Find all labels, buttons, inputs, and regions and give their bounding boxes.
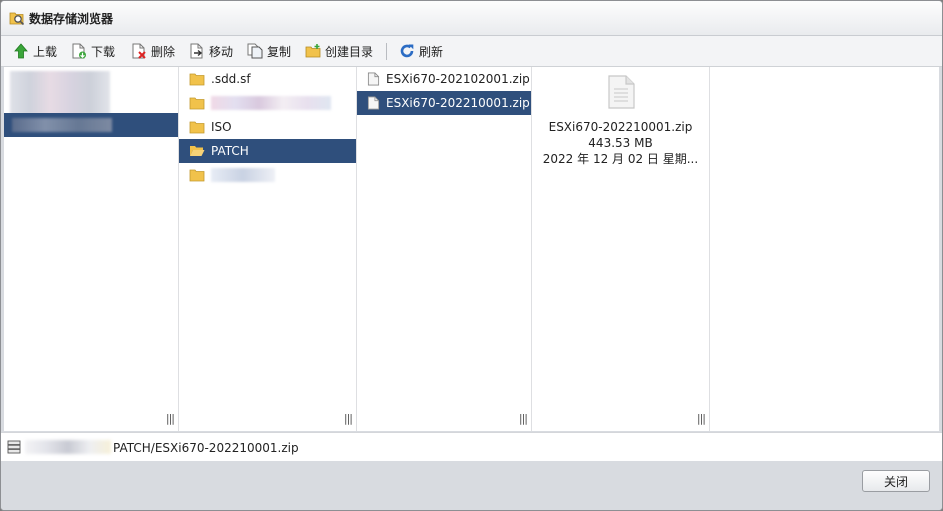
redacted-datastore-path [25, 440, 111, 454]
folder-item-patch[interactable]: PATCH [179, 139, 356, 163]
redacted-datastore-label [12, 118, 112, 132]
upload-label: 上载 [33, 44, 58, 59]
dialog-footer: 关闭 [1, 461, 942, 510]
folder-icon [189, 169, 205, 182]
column-resize-grip[interactable]: ||| [519, 412, 528, 425]
upload-arrow-icon [14, 43, 28, 59]
open-folder-icon [190, 146, 205, 156]
window-title: 数据存储浏览器 [29, 12, 114, 26]
path-text: PATCH/ESXi670-202210001.zip [113, 441, 299, 455]
file-icon [367, 72, 380, 86]
folder-item-redacted[interactable] [179, 91, 356, 115]
detail-file-name: ESXi670-202210001.zip [548, 120, 693, 134]
move-button[interactable]: 移动 [189, 42, 233, 60]
download-button[interactable]: 下载 [71, 42, 115, 60]
column-resize-grip[interactable]: ||| [166, 412, 175, 425]
move-label: 移动 [209, 44, 234, 59]
file-preview-icon [607, 75, 635, 109]
datastore-browser-window: 数据存储浏览器 上载 下载 删除 移动 复制 创建目录 刷新 ||| .sdd.… [0, 0, 943, 511]
copy-label: 复制 [267, 44, 292, 59]
file-item[interactable]: ESXi670-202102001.zip [357, 67, 531, 91]
file-details-column: ESXi670-202210001.zip 443.53 MB 2022 年 1… [532, 67, 710, 431]
datastore-search-icon [9, 12, 25, 26]
datastore-item-selected[interactable] [4, 113, 178, 137]
delete-file-icon [132, 43, 146, 59]
move-file-icon [190, 43, 203, 59]
redacted-folder-name [211, 168, 275, 182]
datastore-icon [7, 440, 21, 454]
redacted-datastore-name [10, 71, 110, 115]
download-label: 下载 [91, 44, 116, 59]
file-column[interactable]: ESXi670-202102001.zip ESXi670-202210001.… [357, 67, 532, 431]
redacted-folder-name [211, 96, 331, 110]
folder-item-redacted-2[interactable] [179, 163, 356, 187]
folder-label: PATCH [211, 144, 249, 158]
detail-file-size: 443.53 MB [588, 136, 653, 150]
create-directory-label: 创建目录 [325, 44, 374, 59]
column-resize-grip[interactable]: ||| [697, 412, 706, 425]
create-directory-button[interactable]: 创建目录 [305, 42, 373, 60]
column-resize-grip[interactable]: ||| [344, 412, 353, 425]
toolbar: 上载 下载 删除 移动 复制 创建目录 刷新 [1, 36, 942, 67]
refresh-button[interactable]: 刷新 [399, 42, 443, 60]
datastore-column[interactable]: ||| [4, 67, 179, 431]
file-item-selected[interactable]: ESXi670-202210001.zip [357, 91, 531, 115]
copy-button[interactable]: 复制 [247, 42, 291, 60]
upload-button[interactable]: 上载 [13, 42, 57, 60]
file-browser-columns: ||| .sdd.sf ISO PATCH ||| ESXi670-202102… [4, 67, 939, 431]
path-bar: PATCH/ESXi670-202210001.zip [1, 432, 942, 462]
file-icon [367, 96, 380, 110]
copy-icon [247, 43, 263, 59]
folder-icon [189, 73, 205, 86]
folder-label: ISO [211, 120, 232, 134]
refresh-label: 刷新 [419, 44, 444, 59]
refresh-icon [400, 44, 414, 58]
file-label: ESXi670-202102001.zip [386, 72, 530, 86]
folder-item-iso[interactable]: ISO [179, 115, 356, 139]
empty-column [710, 67, 939, 431]
folder-label: .sdd.sf [211, 72, 251, 86]
folder-item-sdd-sf[interactable]: .sdd.sf [179, 67, 356, 91]
file-details: ESXi670-202210001.zip 443.53 MB 2022 年 1… [532, 75, 709, 167]
detail-file-date: 2022 年 12 月 02 日 星期... [542, 152, 699, 166]
title-bar: 数据存储浏览器 [1, 1, 942, 36]
file-label: ESXi670-202210001.zip [386, 96, 530, 110]
folder-icon [189, 121, 205, 134]
toolbar-separator [386, 43, 387, 60]
folder-icon [189, 97, 205, 110]
close-button[interactable]: 关闭 [862, 470, 930, 492]
delete-label: 删除 [151, 44, 176, 59]
download-file-icon [72, 43, 86, 59]
folder-column[interactable]: .sdd.sf ISO PATCH ||| [179, 67, 357, 431]
new-folder-icon [305, 44, 321, 58]
delete-button[interactable]: 删除 [131, 42, 175, 60]
